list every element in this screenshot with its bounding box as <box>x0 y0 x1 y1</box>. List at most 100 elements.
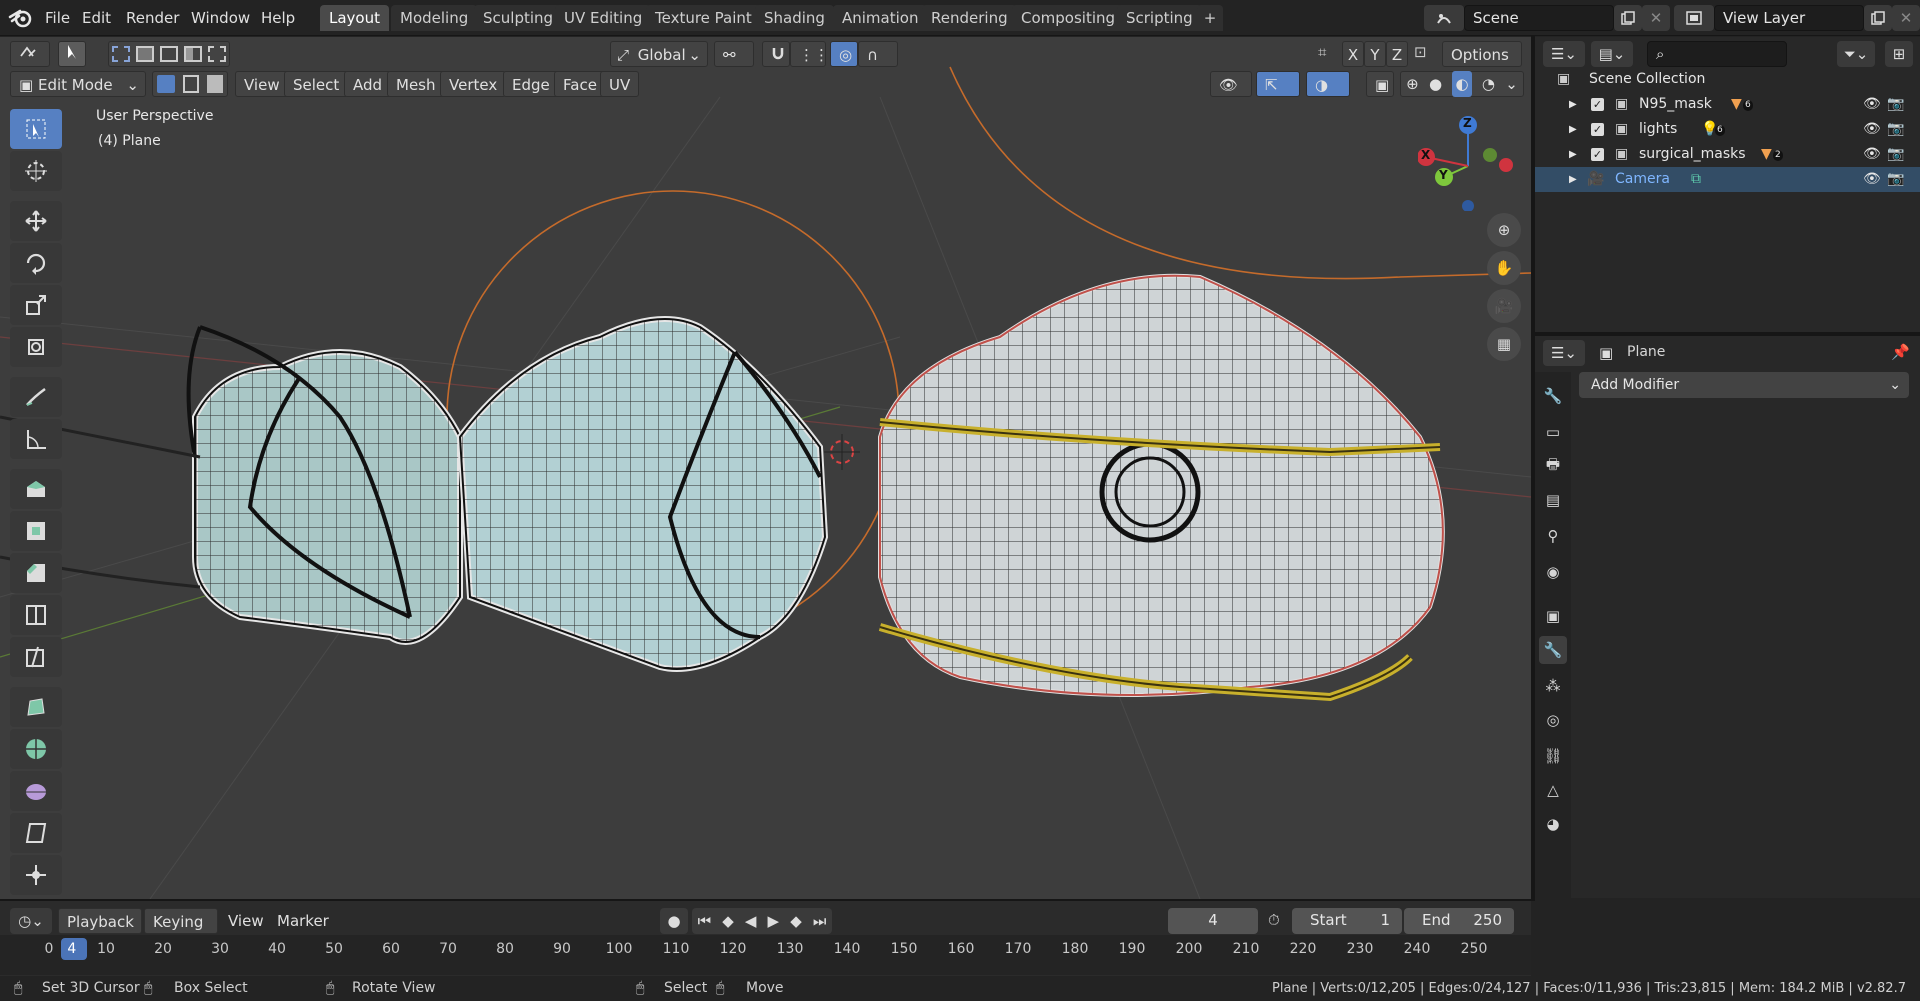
blender-logo-icon[interactable] <box>8 7 34 29</box>
smooth-tool-icon[interactable] <box>10 771 62 811</box>
outliner-row-camera[interactable]: ▶ 🎥 Camera ⧉ 👁 📷 <box>1535 167 1920 192</box>
wireframe-shading-icon[interactable]: ⊕ <box>1406 71 1419 97</box>
view-layer-field[interactable]: View Layer <box>1714 5 1864 31</box>
timeline-view-menu[interactable]: View <box>221 909 271 933</box>
vertex-select-icon[interactable] <box>157 75 175 93</box>
mesh-select-mode[interactable] <box>152 71 228 97</box>
keying-menu[interactable]: Keying ⌄ <box>144 908 218 957</box>
constraints-tab-icon[interactable]: ⛓ <box>1539 742 1567 770</box>
outliner-row-n95-mask[interactable]: ▶ ✓ ▣ N95_mask ▼ 6 👁 📷 <box>1535 92 1920 117</box>
output-tab-icon[interactable]: 🖶 <box>1539 452 1567 480</box>
new-view-layer-icon[interactable] <box>1864 5 1892 31</box>
eye-icon[interactable]: 👁 <box>1863 142 1881 167</box>
physics-tab-icon[interactable]: ◎ <box>1539 706 1567 734</box>
menu-add[interactable]: Add <box>344 71 392 97</box>
xray-toggle-icon[interactable]: ▣ <box>1366 71 1394 97</box>
options-dropdown[interactable]: Options ⌄ <box>1442 41 1522 90</box>
checkbox-icon[interactable]: ✓ <box>1591 123 1604 136</box>
menu-view[interactable]: View <box>235 71 289 97</box>
camera-render-icon[interactable]: 📷 <box>1887 92 1904 117</box>
zoom-icon[interactable]: ⊕ <box>1487 213 1521 247</box>
eye-icon[interactable]: 👁 <box>1863 167 1881 192</box>
poly-build-tool-icon[interactable] <box>10 687 62 727</box>
inset-tool-icon[interactable] <box>10 511 62 551</box>
viewport-scene[interactable] <box>0 37 1531 899</box>
modifier-tab-icon[interactable]: 🔧 <box>1539 636 1567 664</box>
view-layer-browse-icon[interactable] <box>1674 5 1714 31</box>
display-mode-icon[interactable]: ▤⌄ <box>1591 41 1633 67</box>
camera-view-icon[interactable]: 🎥 <box>1487 289 1521 323</box>
menu-file[interactable]: File <box>38 6 77 30</box>
delete-scene-icon[interactable]: ✕ <box>1642 5 1670 31</box>
outliner-row-surgical-masks[interactable]: ▶ ✓ ▣ surgical_masks ▼ 2 👁 📷 <box>1535 142 1920 167</box>
camera-render-icon[interactable]: 📷 <box>1887 117 1904 142</box>
3d-viewport[interactable]: ⤢ Global ⌄ ⚯ ⋮⋮ ◎ ∩ ⌗ X Y Z ⊡ Options ⌄ … <box>0 37 1531 899</box>
render-tab-icon[interactable]: ▭ <box>1539 418 1567 446</box>
rip-tool-icon[interactable] <box>10 855 62 895</box>
add-modifier-dropdown[interactable]: Add Modifier ⌄ <box>1579 372 1909 398</box>
rotate-tool-icon[interactable] <box>10 243 62 283</box>
playback-menu[interactable]: Playback ⌄ <box>58 908 142 957</box>
outliner-editor-type-icon[interactable]: ☰⌄ <box>1543 41 1585 67</box>
tab-sculpting[interactable]: Sculpting <box>474 5 563 31</box>
axis-x-toggle[interactable]: X <box>1342 41 1364 67</box>
filter-icon[interactable]: ⏷⌄ <box>1837 41 1875 67</box>
face-select-icon[interactable] <box>207 75 223 93</box>
material-shading-icon[interactable]: ◐ <box>1452 71 1472 97</box>
editor-type-icon[interactable] <box>10 41 50 67</box>
eye-icon[interactable]: 👁 <box>1863 92 1881 117</box>
view-layer-tab-icon[interactable]: ▤ <box>1539 486 1567 514</box>
next-keyframe-icon[interactable]: ◆ <box>790 912 802 930</box>
transform-tool-icon[interactable] <box>10 327 62 367</box>
menu-render[interactable]: Render <box>119 6 186 30</box>
falloff-icon[interactable]: ∩ <box>858 41 898 67</box>
menu-vertex[interactable]: Vertex <box>440 71 507 97</box>
pivot-point-icon[interactable]: ⚯ <box>714 41 754 67</box>
outliner-search-input[interactable]: ⌕ <box>1647 41 1787 67</box>
end-frame-field[interactable]: End 250 <box>1404 908 1514 934</box>
select-mode-buttons[interactable] <box>108 41 230 67</box>
extrude-tool-icon[interactable] <box>10 469 62 509</box>
transform-orientation-dropdown[interactable]: ⤢ Global ⌄ <box>610 41 708 67</box>
menu-select[interactable]: Select <box>284 71 349 97</box>
shading-mode-buttons[interactable]: ⊕ ● ◐ ◔ ⌄ <box>1400 71 1524 97</box>
camera-render-icon[interactable]: 📷 <box>1887 167 1904 192</box>
delete-view-layer-icon[interactable]: ✕ <box>1892 5 1920 31</box>
proportional-edit-icon[interactable]: ◎ <box>830 41 858 67</box>
knife-tool-icon[interactable] <box>10 637 62 677</box>
axis-z-toggle[interactable]: Z <box>1386 41 1408 67</box>
select-invert-icon[interactable] <box>184 46 202 62</box>
shear-tool-icon[interactable] <box>10 813 62 853</box>
tab-uv-editing[interactable]: UV Editing <box>555 5 652 31</box>
object-data-tab-icon[interactable]: △ <box>1539 776 1567 804</box>
axis-y-toggle[interactable]: Y <box>1364 41 1386 67</box>
overlay-toggle-icon[interactable]: ◑ <box>1306 71 1350 97</box>
select-subtract-icon[interactable] <box>160 46 178 62</box>
tab-texture-paint[interactable]: Texture Paint <box>646 5 761 31</box>
rendered-shading-icon[interactable]: ◔ <box>1482 71 1495 97</box>
ortho-grid-icon[interactable]: ▦ <box>1487 327 1521 361</box>
gizmo-toggle-icon[interactable]: ⇱ <box>1256 71 1300 97</box>
tab-scripting[interactable]: Scripting <box>1117 5 1202 31</box>
timeline-editor-type-icon[interactable]: ◷⌄ <box>10 908 52 934</box>
add-workspace-button[interactable]: + <box>1197 5 1223 31</box>
checkbox-icon[interactable]: ✓ <box>1591 148 1604 161</box>
select-intersect-icon[interactable] <box>208 46 226 62</box>
outliner-row-lights[interactable]: ▶ ✓ ▣ lights 💡 6 👁 📷 <box>1535 117 1920 142</box>
jump-end-icon[interactable]: ⏭ <box>813 912 827 930</box>
current-frame-field[interactable]: 4 <box>1168 908 1258 934</box>
timeline-marker-menu[interactable]: Marker <box>270 909 336 933</box>
annotate-tool-icon[interactable] <box>10 377 62 417</box>
move-tool-icon[interactable] <box>10 201 62 241</box>
snap-toggle-icon[interactable] <box>762 41 790 67</box>
new-scene-icon[interactable] <box>1614 5 1642 31</box>
navigation-gizmo[interactable]: Z X Y <box>1417 111 1518 212</box>
tab-rendering[interactable]: Rendering <box>922 5 1017 31</box>
menu-uv[interactable]: UV <box>600 71 640 97</box>
jump-start-icon[interactable]: ⏮ <box>698 912 712 930</box>
loop-cut-tool-icon[interactable] <box>10 595 62 635</box>
select-box-tool-icon[interactable] <box>10 109 62 149</box>
mode-dropdown[interactable]: ▣ Edit Mode ⌄ <box>10 71 146 97</box>
record-icon[interactable]: ● <box>660 908 688 934</box>
menu-window[interactable]: Window <box>184 6 257 30</box>
